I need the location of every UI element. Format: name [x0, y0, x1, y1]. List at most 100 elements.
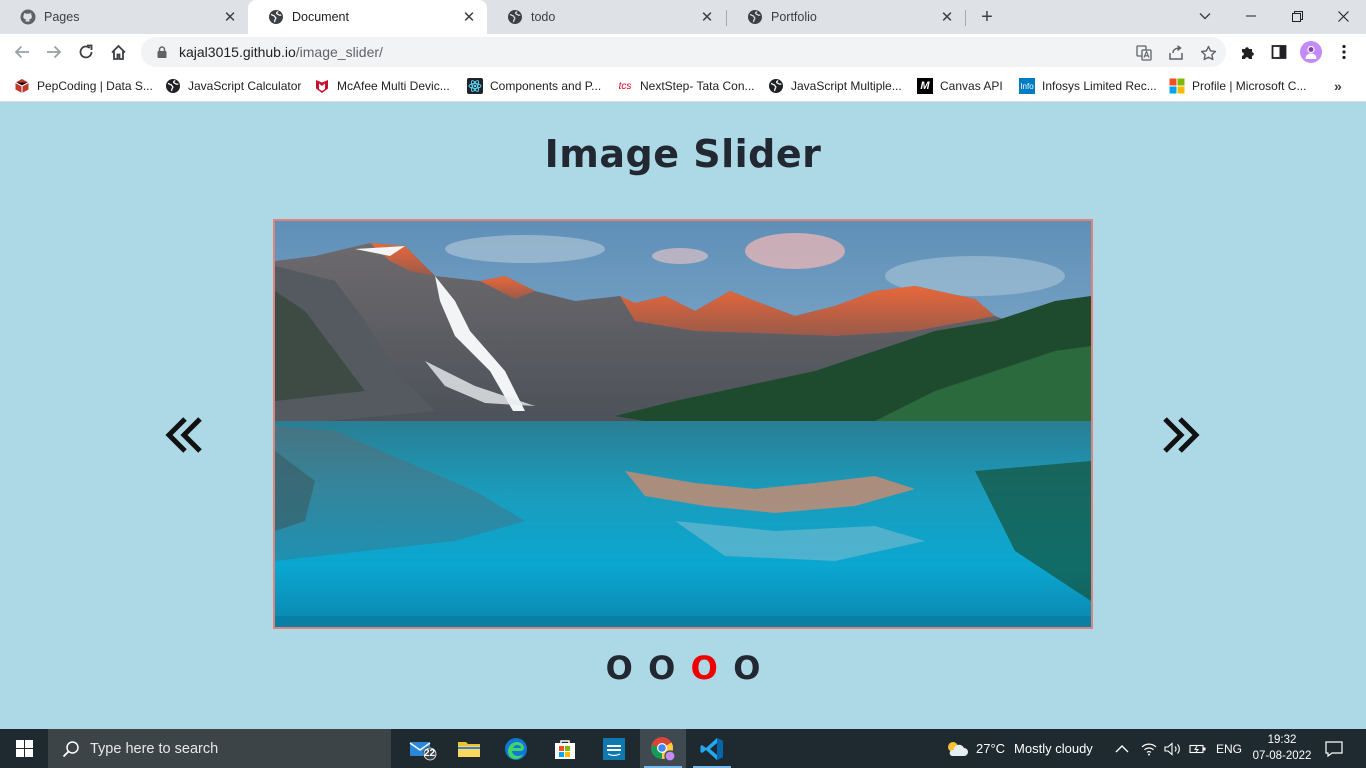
- slide-dot-1[interactable]: O: [606, 650, 633, 686]
- mcafee-icon: [314, 78, 330, 94]
- taskbar-file-explorer[interactable]: [446, 729, 492, 768]
- weather-widget[interactable]: 27°C Mostly cloudy: [944, 729, 1093, 768]
- prev-slide-button[interactable]: [163, 414, 207, 458]
- bookmark-pepcoding[interactable]: PepCoding | Data S...: [14, 76, 153, 96]
- new-tab-button[interactable]: +: [975, 5, 999, 29]
- taskbar-search-box[interactable]: Type here to search: [48, 729, 391, 768]
- globe-icon: [748, 10, 762, 24]
- folder-icon: [458, 741, 480, 757]
- wifi-icon[interactable]: [1141, 742, 1157, 756]
- bookmark-label: McAfee Multi Devic...: [337, 79, 450, 93]
- tab-todo[interactable]: todo ✕: [487, 0, 725, 34]
- tab-title: Pages: [44, 10, 80, 24]
- globe-icon: [269, 10, 283, 24]
- taskbar-microsoft-store[interactable]: [542, 729, 588, 768]
- taskbar-edge-browser[interactable]: [493, 729, 539, 768]
- tab-search-button[interactable]: [1182, 0, 1228, 32]
- notification-center-button[interactable]: [1322, 729, 1346, 768]
- chrome-menu-button[interactable]: [1330, 38, 1358, 66]
- notification-icon: [1325, 740, 1343, 757]
- bookmark-microsoft-profile[interactable]: Profile | Microsoft C...: [1169, 76, 1306, 96]
- taskbar-clock[interactable]: 19:32 07-08-2022: [1244, 732, 1320, 764]
- restore-button[interactable]: [1274, 0, 1320, 32]
- bookmark-javascript-calculator[interactable]: JavaScript Calculator: [165, 76, 301, 96]
- bookmark-label: PepCoding | Data S...: [37, 79, 153, 93]
- page-content: Image Slider O O O O: [0, 102, 1366, 729]
- slide-dot-3-active[interactable]: O: [691, 650, 718, 686]
- url-text[interactable]: kajal3015.github.io/image_slider/: [179, 44, 383, 60]
- tab-document[interactable]: Document ✕: [248, 0, 487, 34]
- chevron-down-icon: [1199, 13, 1211, 20]
- tab-close-icon[interactable]: ✕: [461, 9, 477, 26]
- bookmark-nextstep-tcs[interactable]: tcs NextStep- Tata Con...: [617, 76, 755, 96]
- weather-condition: Mostly cloudy: [1014, 741, 1093, 756]
- bookmark-label: Profile | Microsoft C...: [1192, 79, 1307, 93]
- mail-badge: 22: [424, 748, 436, 759]
- address-bar[interactable]: kajal3015.github.io/image_slider/: [141, 37, 1226, 67]
- tab-close-icon[interactable]: ✕: [222, 9, 238, 26]
- reload-button[interactable]: [72, 38, 100, 66]
- tab-close-icon[interactable]: ✕: [939, 9, 955, 26]
- profile-avatar[interactable]: [1300, 41, 1322, 63]
- bookmark-components[interactable]: Components and P...: [467, 76, 601, 96]
- back-button[interactable]: [8, 38, 36, 66]
- minimize-icon: [1246, 15, 1256, 17]
- arrow-right-icon: [47, 45, 62, 59]
- clock-date: 07-08-2022: [1252, 750, 1312, 762]
- bookmark-canvas-api[interactable]: M Canvas API: [917, 76, 1003, 96]
- forward-button[interactable]: [40, 38, 68, 66]
- mountain-lake-image: [275, 221, 1091, 627]
- home-button[interactable]: [104, 38, 132, 66]
- extensions-button[interactable]: [1233, 38, 1261, 66]
- windows-taskbar: Type here to search 22 27°C Mostly cloud…: [0, 729, 1366, 768]
- vscode-icon: [700, 737, 723, 760]
- taskbar-chrome[interactable]: [640, 729, 686, 768]
- battery-charging-icon[interactable]: [1189, 742, 1207, 756]
- tab-portfolio[interactable]: Portfolio ✕: [727, 0, 965, 34]
- tab-pages[interactable]: Pages ✕: [0, 0, 248, 34]
- more-bookmarks-chevron-icon[interactable]: »: [1334, 78, 1342, 94]
- bookmark-label: JavaScript Calculator: [188, 79, 302, 93]
- reload-icon: [79, 44, 93, 59]
- taskbar-prime-video[interactable]: [591, 729, 637, 768]
- bookmark-javascript-multiple[interactable]: JavaScript Multiple...: [768, 76, 902, 96]
- bookmark-label: Canvas API: [940, 79, 1003, 93]
- side-panel-button[interactable]: [1265, 38, 1293, 66]
- taskbar-mail-app[interactable]: 22: [400, 729, 446, 768]
- share-icon[interactable]: [1167, 44, 1185, 62]
- translate-icon[interactable]: [1135, 44, 1153, 62]
- infosys-icon: Info: [1019, 78, 1035, 94]
- minimize-button[interactable]: [1228, 0, 1274, 32]
- slide-dot-2[interactable]: O: [648, 650, 675, 686]
- bookmark-mcafee[interactable]: McAfee Multi Devic...: [314, 76, 450, 96]
- language-indicator[interactable]: ENG: [1216, 742, 1242, 756]
- github-icon: [20, 9, 36, 25]
- tab-strip: Pages ✕ Document ✕ todo ✕ Portfolio ✕ +: [0, 0, 1366, 34]
- partly-cloudy-icon: [948, 741, 968, 756]
- search-icon: [62, 740, 79, 757]
- avatar-icon: [1305, 45, 1317, 59]
- taskbar-vscode[interactable]: [689, 729, 735, 768]
- pepcoding-icon: [14, 78, 30, 94]
- next-slide-button[interactable]: [1158, 414, 1202, 458]
- chevron-up-icon[interactable]: [1115, 744, 1129, 754]
- tab-title: Portfolio: [771, 10, 817, 24]
- bookmark-star-icon[interactable]: [1199, 44, 1217, 62]
- lock-icon[interactable]: [155, 45, 169, 59]
- arrow-left-icon: [14, 45, 29, 59]
- tcs-icon: tcs: [618, 80, 632, 92]
- slide-dot-4[interactable]: O: [733, 650, 760, 686]
- chrome-icon: [651, 736, 676, 762]
- bookmark-label: Infosys Limited Rec...: [1042, 79, 1157, 93]
- start-button[interactable]: [0, 729, 48, 768]
- browser-toolbar: kajal3015.github.io/image_slider/: [0, 34, 1366, 70]
- bookmark-label: JavaScript Multiple...: [791, 79, 902, 93]
- close-window-button[interactable]: [1320, 0, 1366, 32]
- slide-image: [273, 219, 1093, 629]
- tab-close-icon[interactable]: ✕: [699, 9, 715, 26]
- speaker-icon[interactable]: [1164, 741, 1182, 756]
- restore-icon: [1291, 10, 1303, 22]
- puzzle-icon: [1241, 46, 1254, 59]
- bookmark-infosys[interactable]: Info Infosys Limited Rec...: [1019, 76, 1157, 96]
- close-icon: [1337, 10, 1349, 22]
